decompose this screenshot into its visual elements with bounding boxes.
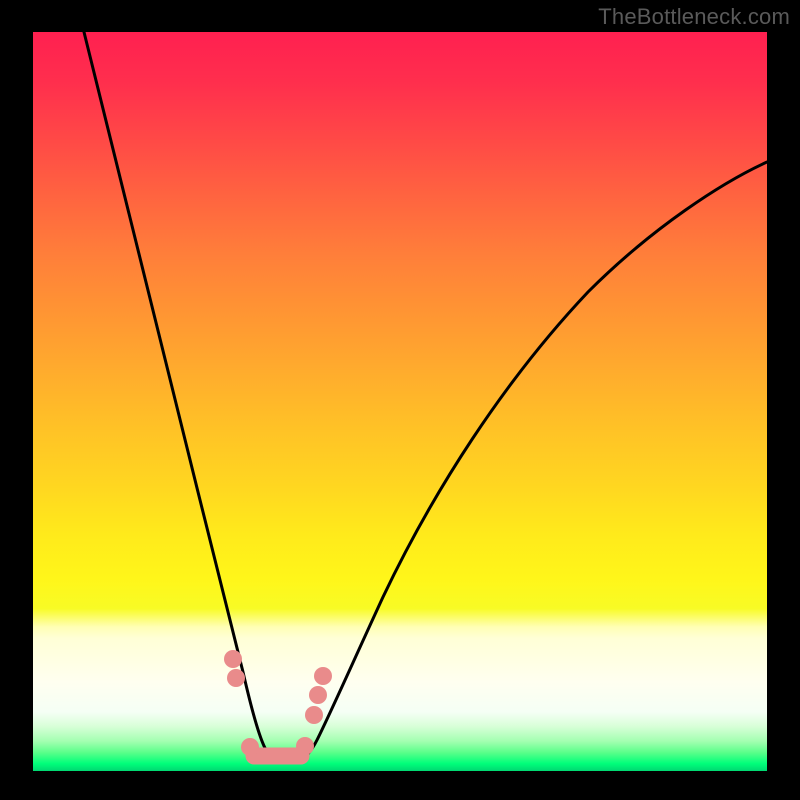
marker-dot <box>314 667 332 685</box>
watermark-text: TheBottleneck.com <box>598 4 790 30</box>
marker-dot <box>241 738 259 756</box>
marker-dot <box>296 737 314 755</box>
marker-dot <box>305 706 323 724</box>
plot-area <box>33 32 767 771</box>
bottleneck-curve <box>84 32 767 760</box>
marker-dot <box>224 650 242 668</box>
bottleneck-curve-svg <box>33 32 767 771</box>
marker-dot <box>227 669 245 687</box>
chart-frame: TheBottleneck.com <box>0 0 800 800</box>
marker-dot <box>309 686 327 704</box>
